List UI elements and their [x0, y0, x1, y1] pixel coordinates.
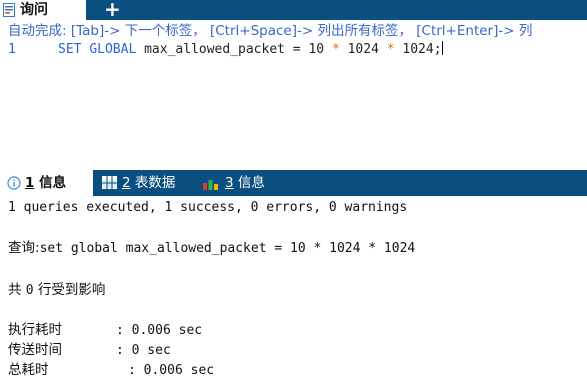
tab-info-label: 信息 [237, 175, 265, 191]
affected-suffix: 行受到影响 [37, 282, 106, 298]
transfer-time-line: 传送时间 : 0 sec [8, 338, 171, 358]
affected-prefix: 共 [8, 282, 22, 298]
tab-info-number: 3 [225, 175, 234, 191]
code-identifier: max_allowed_packet = 10 [144, 42, 325, 57]
autocomplete-hint: 自动完成: [Tab]-> 下一个标签， [Ctrl+Space]-> 列出所有… [8, 23, 533, 39]
affected-rows-line: 共 0 行受到影响 [8, 278, 105, 298]
tab-table-data-number: 2 [122, 175, 131, 191]
tab-messages[interactable]: 1 信息 [0, 170, 93, 196]
operator-multiply-2: * [386, 42, 395, 57]
tab-query-label: 询问 [20, 2, 48, 18]
query-label: 查询: [8, 240, 40, 256]
code-number-3: 1024; [402, 42, 442, 57]
info-icon [7, 176, 21, 190]
editor-line[interactable]: 1 SET GLOBAL max_allowed_packet = 10 * 1… [0, 40, 587, 60]
bar-chart-icon [203, 180, 218, 190]
code-number-2: 1024 [347, 42, 379, 57]
transfer-time-value: : 0 sec [116, 343, 171, 358]
text-cursor [441, 41, 443, 55]
keyword-set: SET [58, 42, 82, 57]
affected-count: 0 [25, 283, 34, 298]
exec-time-line: 执行耗时 : 0.006 sec [8, 318, 202, 338]
query-line: 查询:set global max_allowed_packet = 10 * … [8, 236, 415, 256]
summary-line: 1 queries executed, 1 success, 0 errors,… [8, 200, 408, 215]
editor-tab-bar [0, 0, 587, 20]
query-text: set global max_allowed_packet = 10 * 102… [39, 241, 416, 256]
tab-messages-label: 信息 [39, 175, 67, 191]
code-text[interactable]: SET GLOBAL max_allowed_packet = 10 * 102… [58, 40, 443, 60]
exec-time-value: : 0.006 sec [116, 323, 203, 338]
tab-query[interactable]: 询问 [0, 0, 86, 20]
total-time-label: 总耗时 [8, 362, 49, 378]
exec-time-label: 执行耗时 [8, 322, 62, 338]
total-time-line: 总耗时 : 0.006 sec [8, 358, 214, 378]
tab-table-data-label: 表数据 [134, 175, 176, 191]
line-number: 1 [8, 42, 16, 57]
tab-messages-number: 1 [25, 175, 35, 191]
table-grid-icon [102, 176, 117, 189]
query-file-icon [3, 3, 15, 17]
transfer-time-label: 传送时间 [8, 342, 62, 358]
add-tab-button[interactable]: + [104, 0, 121, 20]
operator-multiply-1: * [331, 42, 340, 57]
total-time-value: : 0.006 sec [128, 363, 215, 378]
keyword-global: GLOBAL [89, 42, 137, 57]
